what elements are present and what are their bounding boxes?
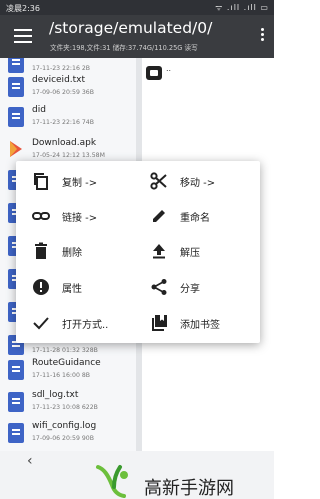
menu-item-extract[interactable]: 解压 <box>150 236 268 266</box>
menu-item-rename[interactable]: 重命名 <box>150 201 268 231</box>
extract-icon <box>150 242 168 260</box>
file-name: Download.apk <box>32 138 97 148</box>
link-icon <box>32 207 50 225</box>
check-icon <box>32 314 50 332</box>
file-icon <box>8 77 24 97</box>
menu-item-label: 属性 <box>62 284 82 295</box>
status-bar: 凌晨2:36 ᯤ .ıll .ıll ▭ <box>0 0 274 15</box>
file-row[interactable]: did 17-11-23 22:16 74B <box>0 100 136 133</box>
copy-icon <box>32 172 50 190</box>
menu-item-properties[interactable]: 属性 <box>32 272 150 302</box>
menu-item-label: 分享 <box>180 284 200 295</box>
parent-folder-icon[interactable] <box>146 66 162 80</box>
menu-item-label: 链接 -> <box>62 213 98 224</box>
back-arrow-icon[interactable]: ‹ <box>27 453 33 469</box>
share-icon <box>150 278 168 296</box>
watermark-text: 高新手游网 <box>144 478 234 499</box>
menu-item-copy[interactable]: 复制 -> <box>32 166 150 196</box>
file-row[interactable]: RouteGuidance 17-11-16 16:00 8B <box>0 353 136 386</box>
trash-icon <box>32 242 50 260</box>
storage-info: 文件夹:198,文件:31 储存:37.74G/110.25G 读写 <box>50 44 198 52</box>
menu-item-label: 解压 <box>180 248 200 259</box>
file-row[interactable]: wifi_config.log 17-09-06 20:59 90B <box>0 416 136 449</box>
bottom-bar: ‹ 高新手游网 <box>0 451 274 499</box>
parent-folder-label[interactable]: .. <box>166 64 171 73</box>
file-icon <box>8 360 24 380</box>
file-meta: 17-11-23 22:16 74B <box>32 119 94 126</box>
watermark-logo <box>94 463 140 499</box>
file-icon <box>8 392 24 412</box>
menu-item-open-with[interactable]: 打开方式.. <box>32 308 150 338</box>
menu-item-label: 打开方式.. <box>62 320 109 331</box>
file-name: sdl_log.txt <box>32 390 79 400</box>
current-path: /storage/emulated/0/ <box>49 19 213 37</box>
file-name: RouteGuidance <box>32 358 101 368</box>
menu-item-delete[interactable]: 删除 <box>32 236 150 266</box>
file-row[interactable]: deviceid.txt 17-09-06 20:59 36B <box>0 70 136 103</box>
menu-item-move[interactable]: 移动 -> <box>150 166 268 196</box>
file-name: deviceid.txt <box>32 75 86 85</box>
info-icon <box>32 278 50 296</box>
file-meta: 17-09-06 20:59 36B <box>32 89 94 96</box>
toolbar: /storage/emulated/0/ 文件夹:198,文件:31 储存:37… <box>0 15 274 58</box>
file-meta: 17-09-06 20:59 90B <box>32 435 94 442</box>
file-name: wifi_config.log <box>32 421 97 431</box>
status-icons: ᯤ .ıll .ıll ▭ <box>215 3 269 12</box>
menu-item-bookmark[interactable]: 添加书签 <box>150 308 268 338</box>
file-meta: 17-05-24 12:12 13.58M <box>32 152 105 159</box>
hamburger-menu-icon[interactable] <box>14 29 32 43</box>
menu-item-share[interactable]: 分享 <box>150 272 268 302</box>
more-options-icon[interactable] <box>261 28 265 43</box>
file-meta: 17-11-16 16:00 8B <box>32 372 91 379</box>
menu-item-label: 移动 -> <box>180 178 216 189</box>
file-meta: 17-11-23 10:08 622B <box>32 404 98 411</box>
file-row[interactable]: sdl_log.txt 17-11-23 10:08 622B <box>0 385 136 418</box>
menu-item-link[interactable]: 链接 -> <box>32 201 150 231</box>
bookmark-icon <box>150 314 168 332</box>
apk-icon <box>8 140 24 160</box>
menu-item-label: 添加书签 <box>180 320 220 331</box>
menu-item-label: 删除 <box>62 248 82 259</box>
file-name: did <box>32 105 46 115</box>
edit-icon <box>150 207 168 225</box>
file-icon <box>8 107 24 127</box>
menu-item-label: 重命名 <box>180 213 210 224</box>
cut-icon <box>150 172 168 190</box>
context-menu: 复制 -> 移动 -> 链接 -> 重命名 删除 解压 属性 分享 打开方式..… <box>16 161 260 343</box>
menu-item-label: 复制 -> <box>62 178 98 189</box>
status-time: 凌晨2:36 <box>6 4 40 13</box>
file-icon <box>8 423 24 443</box>
